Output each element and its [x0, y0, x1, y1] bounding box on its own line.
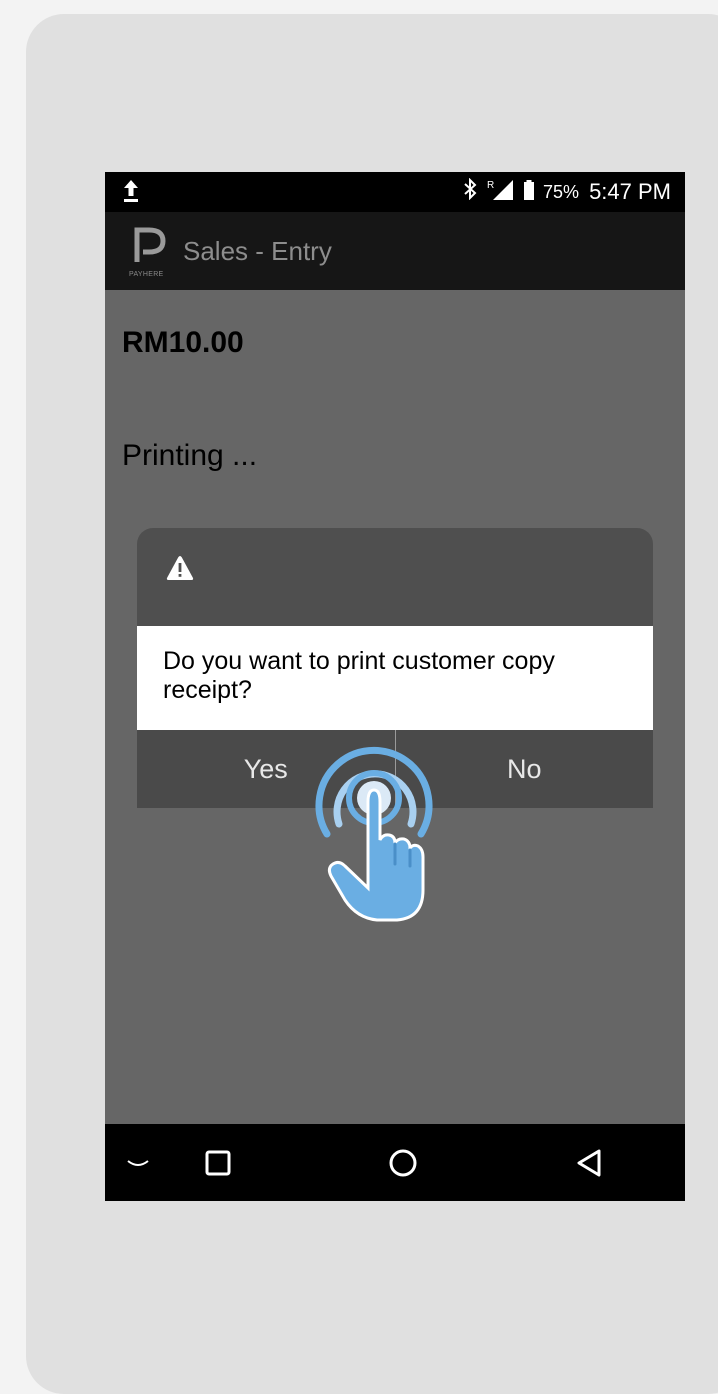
status-bar: R 75% 5:47 PM	[105, 172, 685, 212]
upload-icon	[121, 178, 141, 209]
signal-icon: R	[487, 178, 515, 207]
keyboard-hide-icon[interactable]	[125, 1124, 151, 1201]
app-bar: PAYHERE Sales - Entry	[105, 212, 685, 290]
recent-apps-icon[interactable]	[204, 1124, 232, 1201]
home-icon[interactable]	[388, 1124, 418, 1201]
sale-amount: RM10.00	[122, 326, 244, 359]
printing-status: Printing ...	[122, 439, 258, 472]
back-icon[interactable]	[575, 1124, 603, 1201]
phone-screen: R 75% 5:47 PM PAYHERE Sales - Entry RM10…	[105, 172, 685, 1201]
logo-text: PAYHERE	[129, 271, 164, 278]
dialog-message: Do you want to print customer copy recei…	[137, 626, 653, 730]
warning-icon	[165, 554, 195, 587]
signal-roaming-label: R	[487, 180, 494, 191]
clock: 5:47 PM	[589, 179, 671, 204]
navigation-bar	[105, 1124, 685, 1201]
app-logo: PAYHERE	[129, 224, 173, 278]
payhere-logo-icon	[134, 227, 166, 262]
tap-gesture-icon	[297, 732, 447, 937]
app-bar-title: Sales - Entry	[183, 236, 332, 266]
bluetooth-icon	[463, 177, 477, 206]
battery-percent: 75%	[543, 181, 580, 202]
battery-icon	[523, 179, 535, 206]
